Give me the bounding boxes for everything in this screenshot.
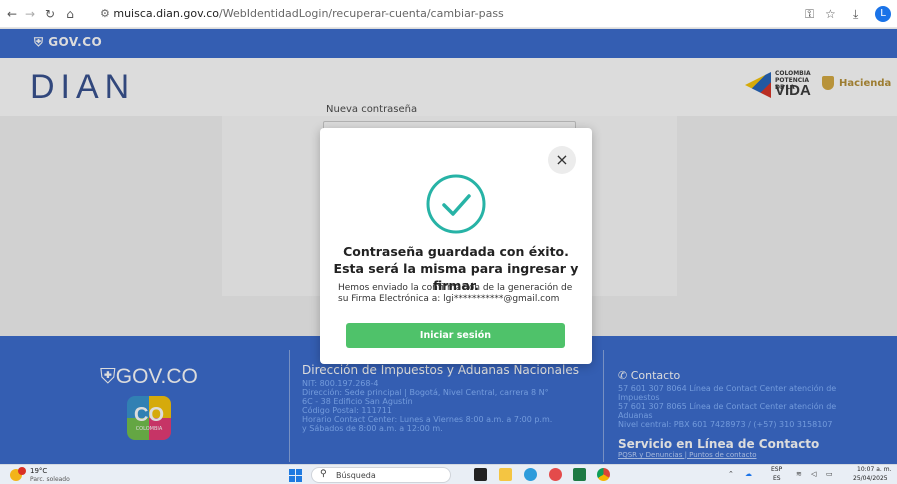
volume-icon[interactable]: ◁ <box>811 470 816 478</box>
taskview-icon[interactable] <box>474 468 487 481</box>
weather-temperature: 19°C <box>30 467 48 475</box>
bookmark-star-icon[interactable]: ☆ <box>825 6 836 22</box>
reload-icon[interactable]: ↻ <box>42 6 58 22</box>
close-button[interactable]: × <box>548 146 576 174</box>
address-bar[interactable]: ⚙ muisca.dian.gov.co/WebIdentidadLogin/r… <box>92 4 792 24</box>
keyboard-layout-indicator[interactable]: ES <box>773 475 781 482</box>
wifi-icon[interactable]: ≋ <box>796 470 802 478</box>
battery-icon[interactable]: ▭ <box>826 470 833 478</box>
password-key-icon[interactable]: ⚿ <box>805 6 814 22</box>
forward-arrow-icon[interactable]: → <box>22 6 38 22</box>
file-explorer-icon[interactable] <box>499 468 512 481</box>
search-placeholder: Búsqueda <box>336 471 376 480</box>
site-info-icon[interactable]: ⚙ <box>100 7 110 20</box>
tray-cloud-icon[interactable]: ☁ <box>745 470 752 478</box>
modal-message: Hemos enviado la confirmación de la gene… <box>338 283 573 304</box>
edge-icon[interactable] <box>524 468 537 481</box>
chrome-icon[interactable] <box>597 468 610 481</box>
back-arrow-icon[interactable]: ← <box>4 6 20 22</box>
login-button[interactable]: Iniciar sesión <box>346 323 565 348</box>
taskbar-search[interactable]: ⚲ Búsqueda <box>311 467 451 483</box>
tray-chevron-icon[interactable]: ⌃ <box>728 470 734 478</box>
home-icon[interactable]: ⌂ <box>62 6 78 22</box>
download-icon[interactable]: ⤓ <box>853 6 858 22</box>
success-check-icon <box>426 174 486 234</box>
language-indicator[interactable]: ESP <box>771 466 782 473</box>
skype-icon[interactable] <box>549 468 562 481</box>
url-site: muisca.dian.gov.co <box>113 7 220 20</box>
clock-date[interactable]: 25/04/2025 <box>853 475 888 482</box>
success-modal: × Contraseña guardada con éxito. Esta se… <box>320 128 592 364</box>
windows-start-icon[interactable] <box>289 469 302 482</box>
search-icon: ⚲ <box>320 469 327 479</box>
browser-toolbar: ← → ↻ ⌂ ⚙ muisca.dian.gov.co/WebIdentida… <box>0 0 897 28</box>
windows-taskbar: 19°C Parc. soleado ⚲ Búsqueda ⌃ ☁ ESP ES… <box>0 464 897 484</box>
weather-alert-badge <box>18 467 26 475</box>
profile-avatar[interactable]: L <box>875 6 891 22</box>
excel-icon[interactable] <box>573 468 586 481</box>
url-path: /WebIdentidadLogin/recuperar-cuenta/camb… <box>219 7 504 20</box>
clock-time[interactable]: 10:07 a. m. <box>857 466 891 473</box>
weather-description: Parc. soleado <box>30 476 70 483</box>
